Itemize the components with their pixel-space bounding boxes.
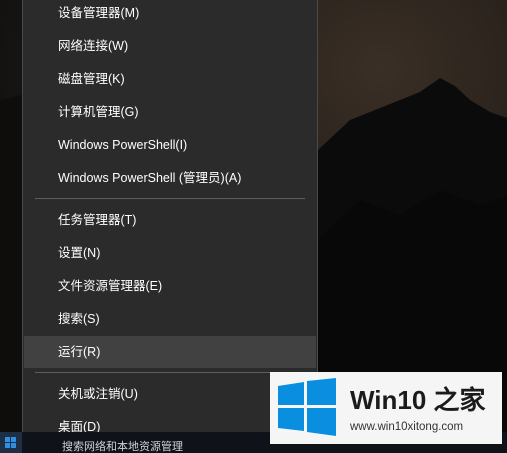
menu-item-network-connections[interactable]: 网络连接(W) [24, 30, 316, 62]
menu-separator [35, 372, 305, 373]
menu-item-computer-management[interactable]: 计算机管理(G) [24, 96, 316, 128]
menu-item-settings[interactable]: 设置(N) [24, 237, 316, 269]
menu-item-run[interactable]: 运行(R) [24, 336, 316, 368]
watermark-title: Win10 之家 [350, 385, 486, 415]
menu-separator [35, 198, 305, 199]
menu-item-powershell-admin[interactable]: Windows PowerShell (管理员)(A) [24, 162, 316, 194]
menu-item-device-manager[interactable]: 设备管理器(M) [24, 0, 316, 29]
watermark-url: www.win10xitong.com [350, 421, 464, 433]
menu-item-disk-management[interactable]: 磁盘管理(K) [24, 63, 316, 95]
taskbar-search-text[interactable]: 搜索网络和本地资源管理 [62, 441, 183, 453]
menu-item-task-manager[interactable]: 任务管理器(T) [24, 204, 316, 236]
windows-logo-icon [278, 378, 336, 436]
start-button[interactable] [0, 432, 22, 453]
menu-item-search[interactable]: 搜索(S) [24, 303, 316, 335]
menu-item-powershell[interactable]: Windows PowerShell(I) [24, 129, 316, 161]
menu-item-file-explorer[interactable]: 文件资源管理器(E) [24, 270, 316, 302]
watermark-badge: Win10 之家 www.win10xitong.com [270, 372, 502, 444]
